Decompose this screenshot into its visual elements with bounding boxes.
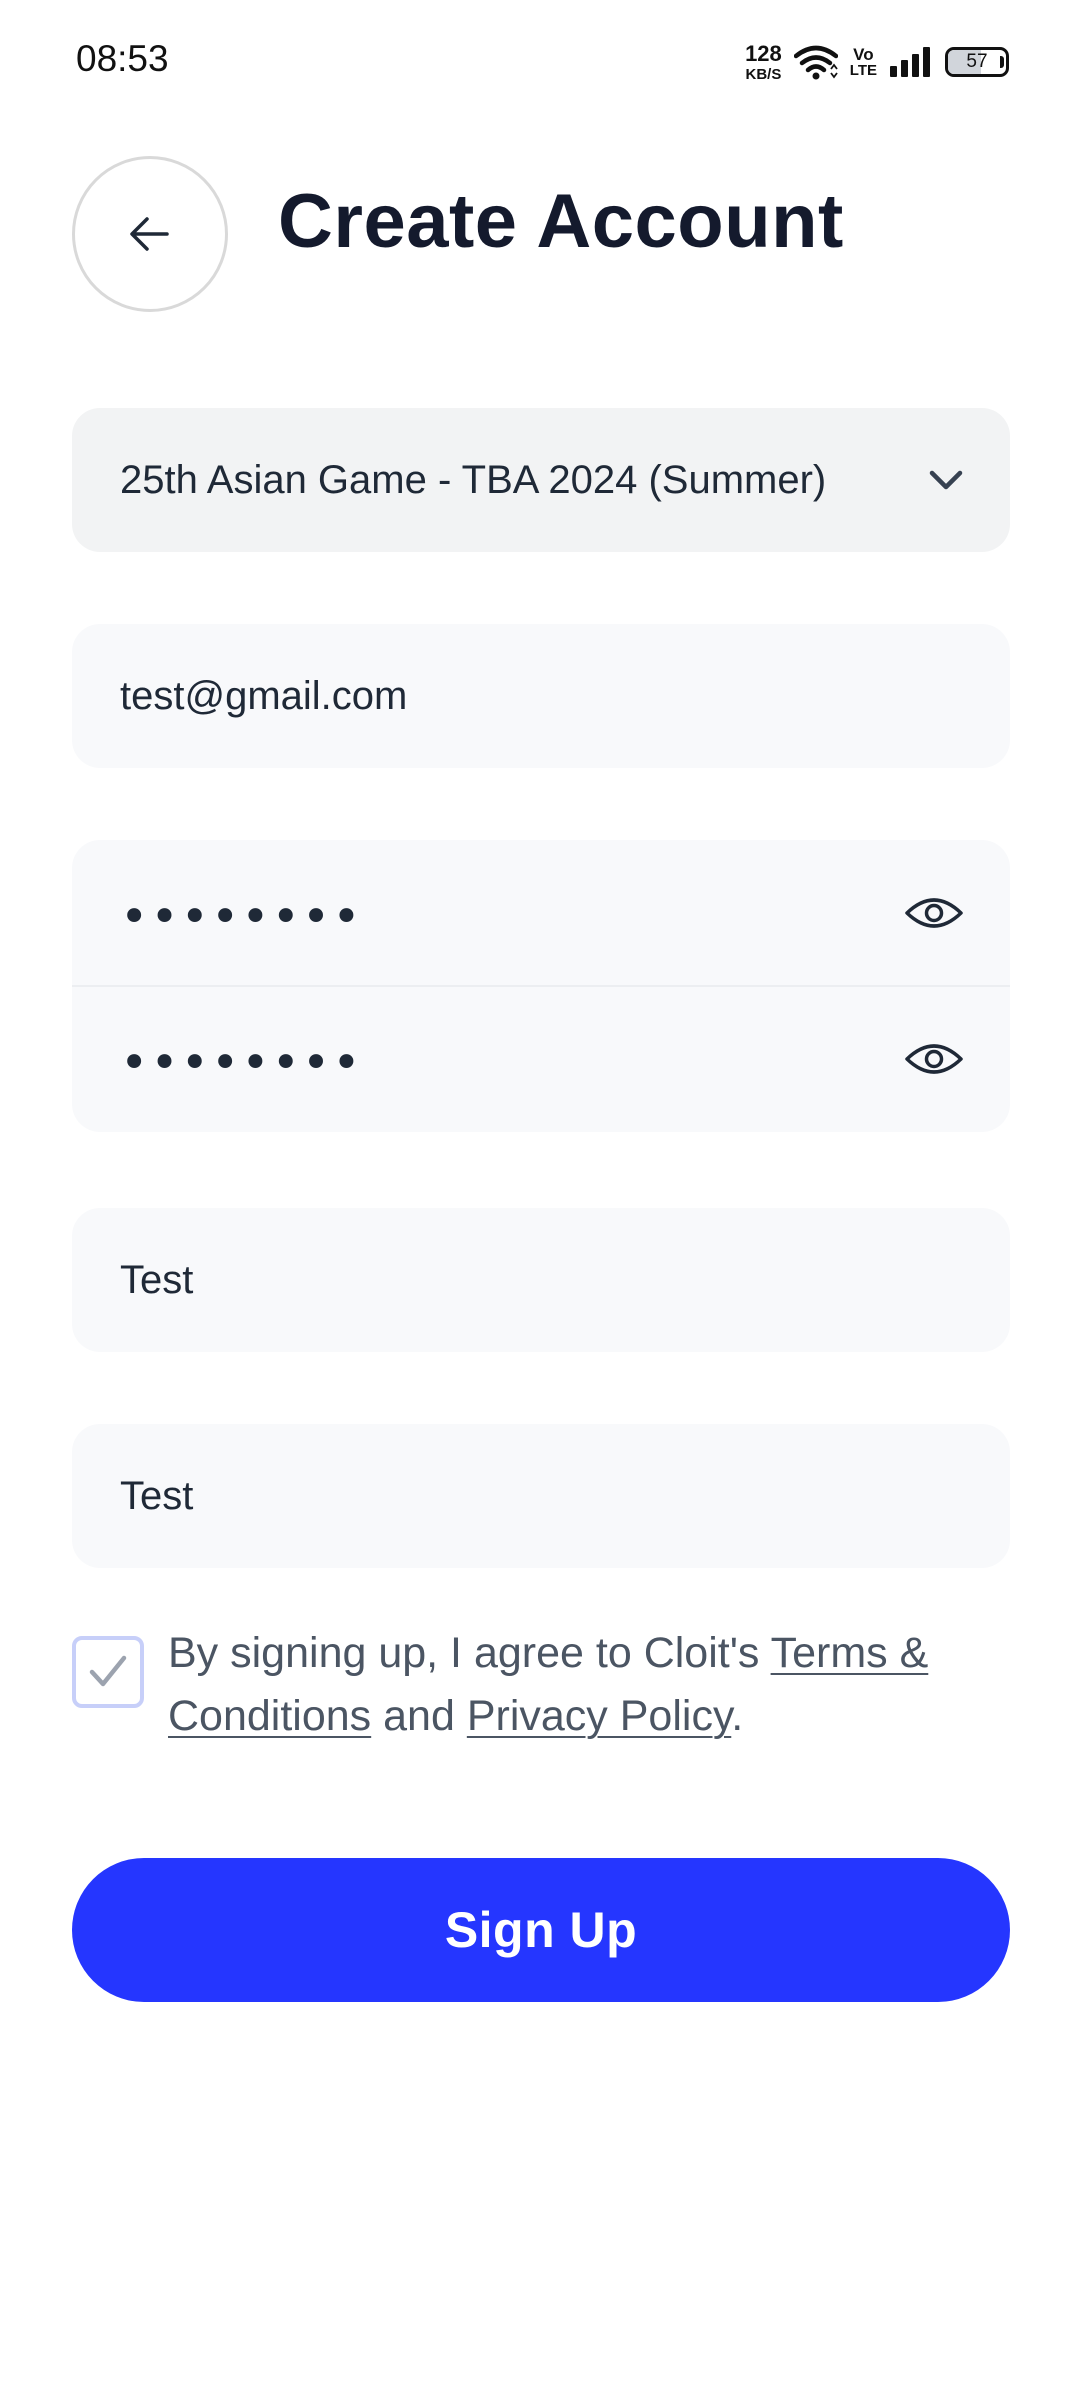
password-group: •••••••• •••••••• [72, 840, 1010, 1132]
confirm-password-value: •••••••• [120, 1035, 363, 1091]
arrow-left-icon [130, 217, 169, 251]
battery-level: 57 [966, 51, 988, 72]
sign-up-button[interactable]: Sign Up [72, 1858, 1010, 2002]
network-speed-unit: KB/S [745, 65, 782, 83]
email-value: test@gmail.com [120, 673, 408, 718]
first-name-field[interactable]: Test [72, 1208, 1010, 1352]
volte-bottom: LTE [849, 62, 877, 79]
chevron-down-icon [929, 470, 963, 490]
agreement-prefix: By signing up, I agree to Cloit's [168, 1629, 771, 1677]
last-name-value: Test [120, 1473, 194, 1518]
agreement-suffix: . [731, 1692, 744, 1740]
first-name-value: Test [120, 1257, 194, 1302]
email-field[interactable]: test@gmail.com [72, 624, 1010, 768]
signal-icon [890, 47, 930, 77]
status-bar: 08:53 128 KB/S Vo LTE 57 [0, 0, 1080, 124]
status-time: 08:53 [76, 38, 169, 79]
page-title: Create Account [278, 179, 844, 264]
password-value: •••••••• [120, 889, 363, 945]
event-select[interactable]: 25th Asian Game - TBA 2024 (Summer) [72, 408, 1010, 552]
battery-body: 57 [945, 47, 1009, 77]
battery-icon: 57 [945, 47, 1009, 77]
terms-agreement-text: By signing up, I agree to Cloit's Terms … [168, 1622, 988, 1748]
privacy-policy-link[interactable]: Privacy Policy [467, 1692, 731, 1740]
eye-icon[interactable] [904, 893, 964, 933]
network-speed-value: 128 [745, 40, 782, 66]
confirm-password-field[interactable]: •••••••• [72, 986, 1010, 1132]
network-speed: 128 KB/S [745, 40, 782, 83]
terms-checkbox[interactable] [72, 1636, 144, 1708]
back-button[interactable] [72, 156, 228, 312]
volte-top: Vo [853, 45, 874, 64]
password-field[interactable]: •••••••• [72, 840, 1010, 986]
check-icon [89, 1655, 127, 1687]
event-select-value: 25th Asian Game - TBA 2024 (Summer) [120, 457, 827, 502]
eye-icon[interactable] [904, 1039, 964, 1079]
status-icons: 128 KB/S Vo LTE 57 [745, 40, 1009, 84]
last-name-field[interactable]: Test [72, 1424, 1010, 1568]
wifi-icon [793, 45, 838, 80]
volte-indicator: Vo LTE [850, 46, 877, 78]
agreement-middle: and [371, 1692, 467, 1740]
